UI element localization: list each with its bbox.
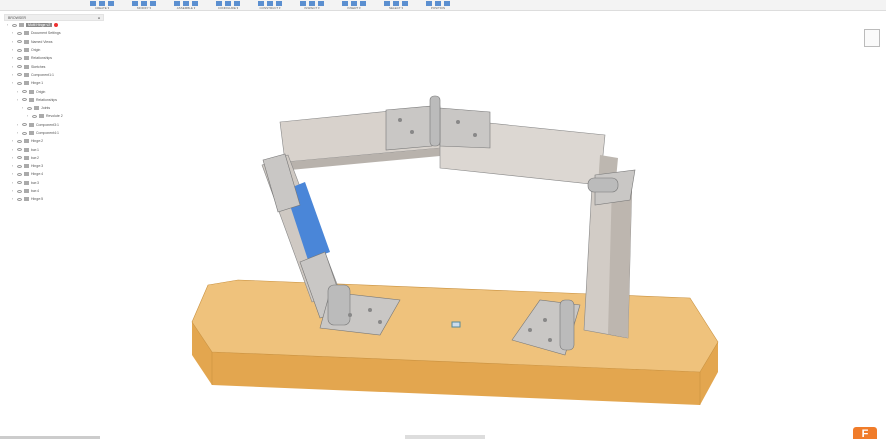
toolbar-group[interactable]: CONFIGURE ▾ xyxy=(216,1,240,10)
toolbar-group[interactable]: INSERT ▾ xyxy=(342,1,366,10)
toolbar-group[interactable]: SELECT ▾ xyxy=(384,1,408,10)
toolbar-group-label[interactable]: INSERT ▾ xyxy=(347,6,360,10)
toolbar-group[interactable]: CONSTRUCT ▾ xyxy=(258,1,282,10)
joint-glyph xyxy=(451,321,461,328)
toolbar-group-label[interactable]: ASSEMBLE ▾ xyxy=(177,6,196,10)
toolbar-group-label[interactable]: SELECT ▾ xyxy=(389,6,403,10)
navigation-bar[interactable] xyxy=(405,435,485,439)
toolbar-group-label[interactable]: POSITION xyxy=(431,6,445,10)
toolbar-group[interactable]: MODIFY ▾ xyxy=(132,1,156,10)
toolbar-group-label[interactable]: CONFIGURE ▾ xyxy=(218,6,238,10)
model-canvas[interactable] xyxy=(0,11,886,439)
toolbar-group[interactable]: POSITION xyxy=(426,1,450,10)
toolbar: CREATE ▾ MODIFY ▾ ASSEMBLE ▾ CONFIGURE ▾ CON… xyxy=(0,0,886,11)
toolbar-group-label[interactable]: CONSTRUCT ▾ xyxy=(259,6,280,10)
toolbar-group-label[interactable]: CREATE ▾ xyxy=(95,6,109,10)
view-cube[interactable] xyxy=(864,29,880,47)
toolbar-group[interactable]: INSPECT ▾ xyxy=(300,1,324,10)
fusion-badge: F xyxy=(853,427,877,440)
toolbar-group[interactable]: CREATE ▾ xyxy=(90,1,114,10)
toolbar-group[interactable]: ASSEMBLE ▾ xyxy=(174,1,198,10)
3d-viewport[interactable] xyxy=(0,11,886,439)
toolbar-group-label[interactable]: MODIFY ▾ xyxy=(137,6,151,10)
toolbar-group-label[interactable]: INSPECT ▾ xyxy=(304,6,319,10)
